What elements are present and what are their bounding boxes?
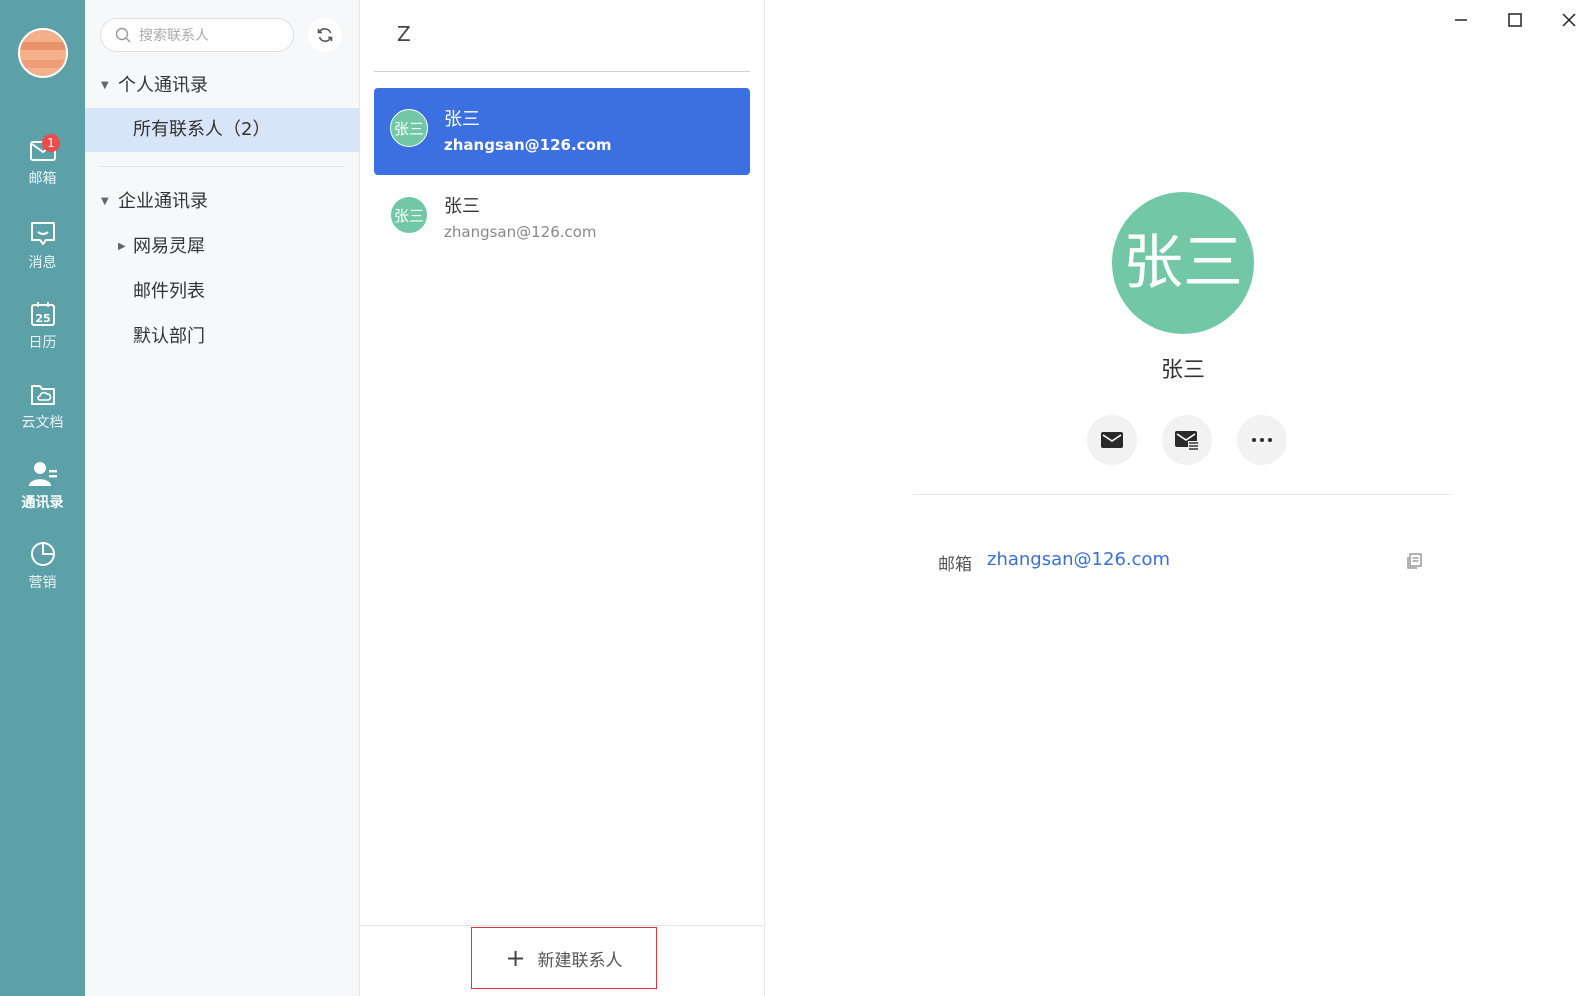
contact-row[interactable]: 张三 张三 zhangsan@126.com xyxy=(374,175,750,262)
tree-enterprise-header[interactable]: ▼ 企业通讯录 xyxy=(85,180,360,224)
contact-large-avatar: 张三 xyxy=(1112,192,1254,334)
cloud-folder-icon xyxy=(30,385,55,405)
search-icon xyxy=(115,27,131,43)
caret-down-icon: ▼ xyxy=(101,196,109,207)
contact-name: 张三 xyxy=(444,196,480,217)
refresh-button[interactable] xyxy=(308,18,342,52)
contacts-app: 1 邮箱 消息 25 日历 云文档 通讯录 营销 搜索联系人 ▼ 个人通讯录 所… xyxy=(0,0,1596,996)
rail-label-cloud-docs: 云文档 xyxy=(21,415,64,431)
message-icon xyxy=(30,222,55,245)
contact-email: zhangsan@126.com xyxy=(444,136,612,154)
rail-item-contacts[interactable]: 通讯录 xyxy=(0,460,85,526)
user-avatar[interactable] xyxy=(18,28,68,78)
contact-avatar: 张三 xyxy=(390,109,428,147)
tree-item-netease-lingxi[interactable]: ▶ 网易灵犀 xyxy=(85,225,360,269)
new-contact-label: 新建联系人 xyxy=(537,950,623,971)
tree-item-mail-list[interactable]: 邮件列表 xyxy=(85,270,360,314)
tree-label: 网易灵犀 xyxy=(133,236,205,257)
more-button[interactable] xyxy=(1237,415,1287,465)
close-icon xyxy=(1562,13,1576,27)
svg-text:25: 25 xyxy=(35,312,50,325)
contact-name: 张三 xyxy=(444,109,480,130)
contact-detail-panel: 张三 张三 邮箱 zhangsan@126.com xyxy=(765,0,1596,996)
index-letter: Z xyxy=(397,22,411,46)
rail-item-marketing[interactable]: 营销 xyxy=(0,540,85,606)
unread-badge: 1 xyxy=(42,134,60,152)
rail-item-calendar[interactable]: 25 日历 xyxy=(0,300,85,366)
address-book-tree: ▼ 个人通讯录 所有联系人（2） ▼ 企业通讯录 ▶ 网易灵犀 邮件列表 默认部… xyxy=(85,0,360,996)
rail-label-marketing: 营销 xyxy=(28,575,57,591)
email-field-value[interactable]: zhangsan@126.com xyxy=(987,549,1170,570)
tree-personal-header[interactable]: ▼ 个人通讯录 xyxy=(85,64,360,108)
tree-label: 企业通讯录 xyxy=(118,191,208,212)
contact-avatar: 张三 xyxy=(390,196,428,234)
pie-chart-icon xyxy=(30,542,55,566)
caret-down-icon: ▼ xyxy=(101,80,109,91)
maximize-button[interactable] xyxy=(1497,6,1533,34)
rail-label-calendar: 日历 xyxy=(28,335,57,351)
contacts-icon xyxy=(28,462,57,486)
mail-filled-icon xyxy=(1101,432,1123,448)
minimize-button[interactable] xyxy=(1443,6,1479,34)
search-input[interactable] xyxy=(139,25,289,47)
minimize-icon xyxy=(1455,19,1467,21)
list-footer: + 新建联系人 xyxy=(360,925,764,996)
contact-detail-name: 张三 xyxy=(1160,358,1205,383)
email-field-label: 邮箱 xyxy=(938,555,972,575)
left-nav-rail: 1 邮箱 消息 25 日历 云文档 通讯录 营销 xyxy=(0,0,85,996)
tree-label: 默认部门 xyxy=(133,326,205,347)
tree-item-all-contacts[interactable]: 所有联系人（2） xyxy=(85,108,360,152)
new-contact-button[interactable]: + 新建联系人 xyxy=(471,927,657,989)
tree-label: 所有联系人（2） xyxy=(133,119,271,140)
contact-list-panel: Z 张三 张三 zhangsan@126.com 张三 张三 zhangsan@… xyxy=(360,0,765,996)
close-button[interactable] xyxy=(1551,6,1587,34)
tree-label: 个人通讯录 xyxy=(118,75,208,96)
rail-item-messages[interactable]: 消息 xyxy=(0,220,85,286)
rail-item-cloud-docs[interactable]: 云文档 xyxy=(0,380,85,446)
rail-label-contacts: 通讯录 xyxy=(21,495,64,511)
maximize-icon xyxy=(1508,13,1522,27)
rail-item-mail[interactable]: 1 邮箱 xyxy=(0,134,85,204)
copy-icon xyxy=(1407,553,1422,569)
list-divider xyxy=(374,71,750,72)
rail-label-messages: 消息 xyxy=(28,255,57,271)
tree-item-default-dept[interactable]: 默认部门 xyxy=(85,315,360,359)
plus-icon: + xyxy=(505,944,526,972)
copy-button[interactable] xyxy=(1405,552,1423,574)
mail-list-icon xyxy=(1175,431,1199,450)
calendar-icon: 25 xyxy=(30,302,55,326)
tree-label: 邮件列表 xyxy=(133,281,205,302)
caret-right-icon: ▶ xyxy=(118,241,126,252)
more-horizontal-icon xyxy=(1252,438,1272,442)
contact-search-box[interactable] xyxy=(100,18,294,52)
message-history-button[interactable] xyxy=(1162,415,1212,465)
rail-label-mail: 邮箱 xyxy=(28,171,57,187)
contact-email: zhangsan@126.com xyxy=(444,223,597,241)
detail-divider xyxy=(913,494,1451,495)
send-mail-button[interactable] xyxy=(1087,415,1137,465)
tree-divider xyxy=(100,166,345,167)
refresh-icon xyxy=(317,28,333,42)
contact-row[interactable]: 张三 张三 zhangsan@126.com xyxy=(374,88,750,175)
